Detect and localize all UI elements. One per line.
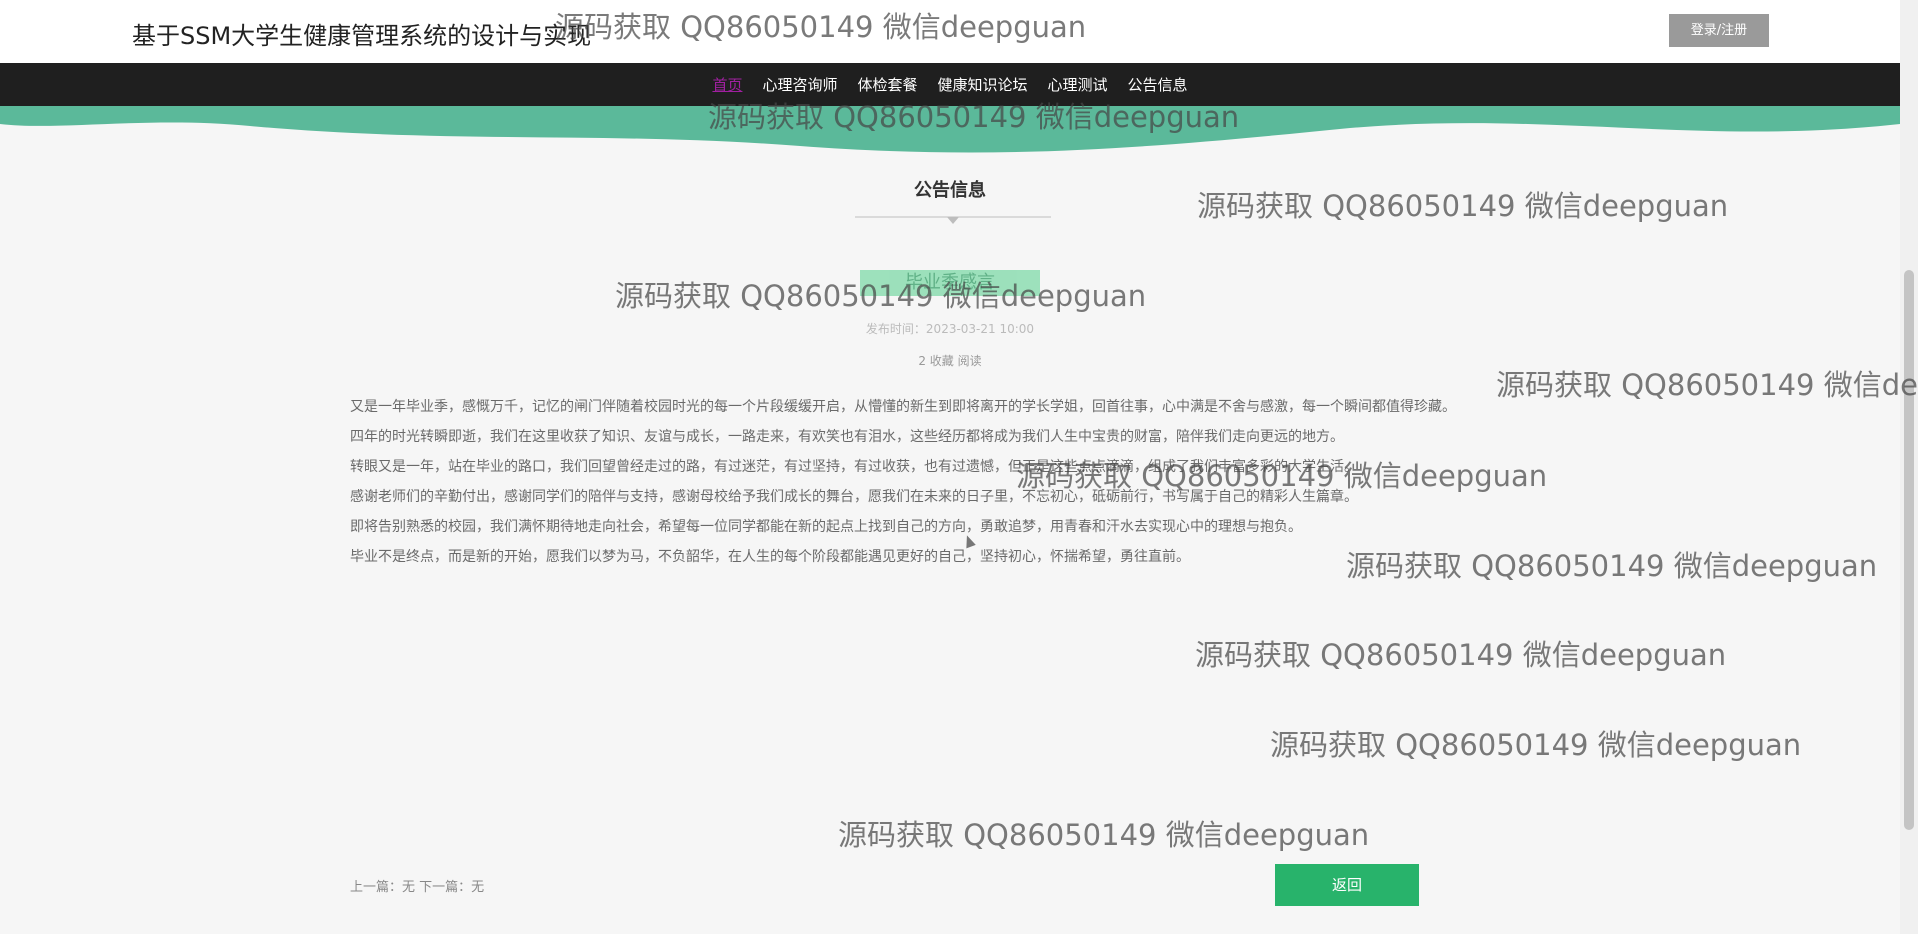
article-body: 又是一年毕业季，感慨万千，记忆的闸门伴随着校园时光的每一个片段缓缓开启，从懵懂的… bbox=[350, 392, 1550, 572]
login-register-button[interactable]: 登录/注册 bbox=[1669, 14, 1769, 47]
top-header: 基于SSM大学生健康管理系统的设计与实现 登录/注册 bbox=[0, 0, 1900, 63]
article-title: 毕业季感言 bbox=[860, 270, 1040, 296]
article-paragraph: 即将告别熟悉的校园，我们满怀期待地走向社会，希望每一位同学都能在新的起点上找到自… bbox=[350, 519, 1302, 535]
article-paragraph: 感谢老师们的辛勤付出，感谢同学们的陪伴与支持，感谢母校给予我们成长的舞台，愿我们… bbox=[350, 489, 1358, 505]
back-button[interactable]: 返回 bbox=[1275, 864, 1419, 906]
article-paragraph: 转眼又是一年，站在毕业的路口，我们回望曾经走过的路，有过迷茫，有过坚持，有过收获… bbox=[350, 459, 1358, 475]
header-wave-decoration bbox=[0, 106, 1900, 153]
page-scrollbar-thumb[interactable] bbox=[1904, 270, 1914, 830]
article-paragraph: 毕业不是终点，而是新的开始，愿我们以梦为马，不负韶华，在人生的每个阶段都能遇见更… bbox=[350, 549, 1190, 565]
site-title: 基于SSM大学生健康管理系统的设计与实现 bbox=[132, 22, 592, 50]
nav-item-psych-test[interactable]: 心理测试 bbox=[1048, 74, 1108, 95]
nav-item-checkup-packages[interactable]: 体检套餐 bbox=[857, 74, 917, 95]
article-date: 发布时间：2023-03-21 10:00 bbox=[865, 322, 1035, 336]
watermark: 源码获取 QQ86050149 微信de bbox=[1496, 368, 1918, 402]
watermark: 源码获取 QQ86050149 微信deepguan bbox=[1195, 638, 1727, 672]
section-title-divider bbox=[855, 216, 1051, 224]
watermark: 源码获取 QQ86050149 微信deepguan bbox=[1270, 728, 1802, 762]
article-paragraph: 又是一年毕业季，感慨万千，记忆的闸门伴随着校园时光的每一个片段缓缓开启，从懵懂的… bbox=[350, 399, 1456, 415]
prev-next-links[interactable]: 上一篇：无 下一篇：无 bbox=[350, 876, 484, 895]
section-title: 公告信息 bbox=[914, 180, 986, 201]
nav-item-home[interactable]: 首页 bbox=[712, 74, 742, 95]
nav-item-announcements[interactable]: 公告信息 bbox=[1128, 74, 1188, 95]
article-paragraph: 四年的时光转瞬即逝，我们在这里收获了知识、友谊与成长，一路走来，有欢笑也有泪水，… bbox=[350, 429, 1344, 445]
main-nav: 首页 心理咨询师 体检套餐 健康知识论坛 心理测试 公告信息 bbox=[0, 63, 1900, 106]
watermark: 源码获取 QQ86050149 微信deepguan bbox=[838, 818, 1370, 852]
article-stats: 2 收藏 阅读 bbox=[918, 354, 982, 368]
watermark: 源码获取 QQ86050149 微信deepguan bbox=[1197, 189, 1729, 223]
nav-item-counselors[interactable]: 心理咨询师 bbox=[762, 74, 837, 95]
nav-item-health-forum[interactable]: 健康知识论坛 bbox=[938, 74, 1028, 95]
